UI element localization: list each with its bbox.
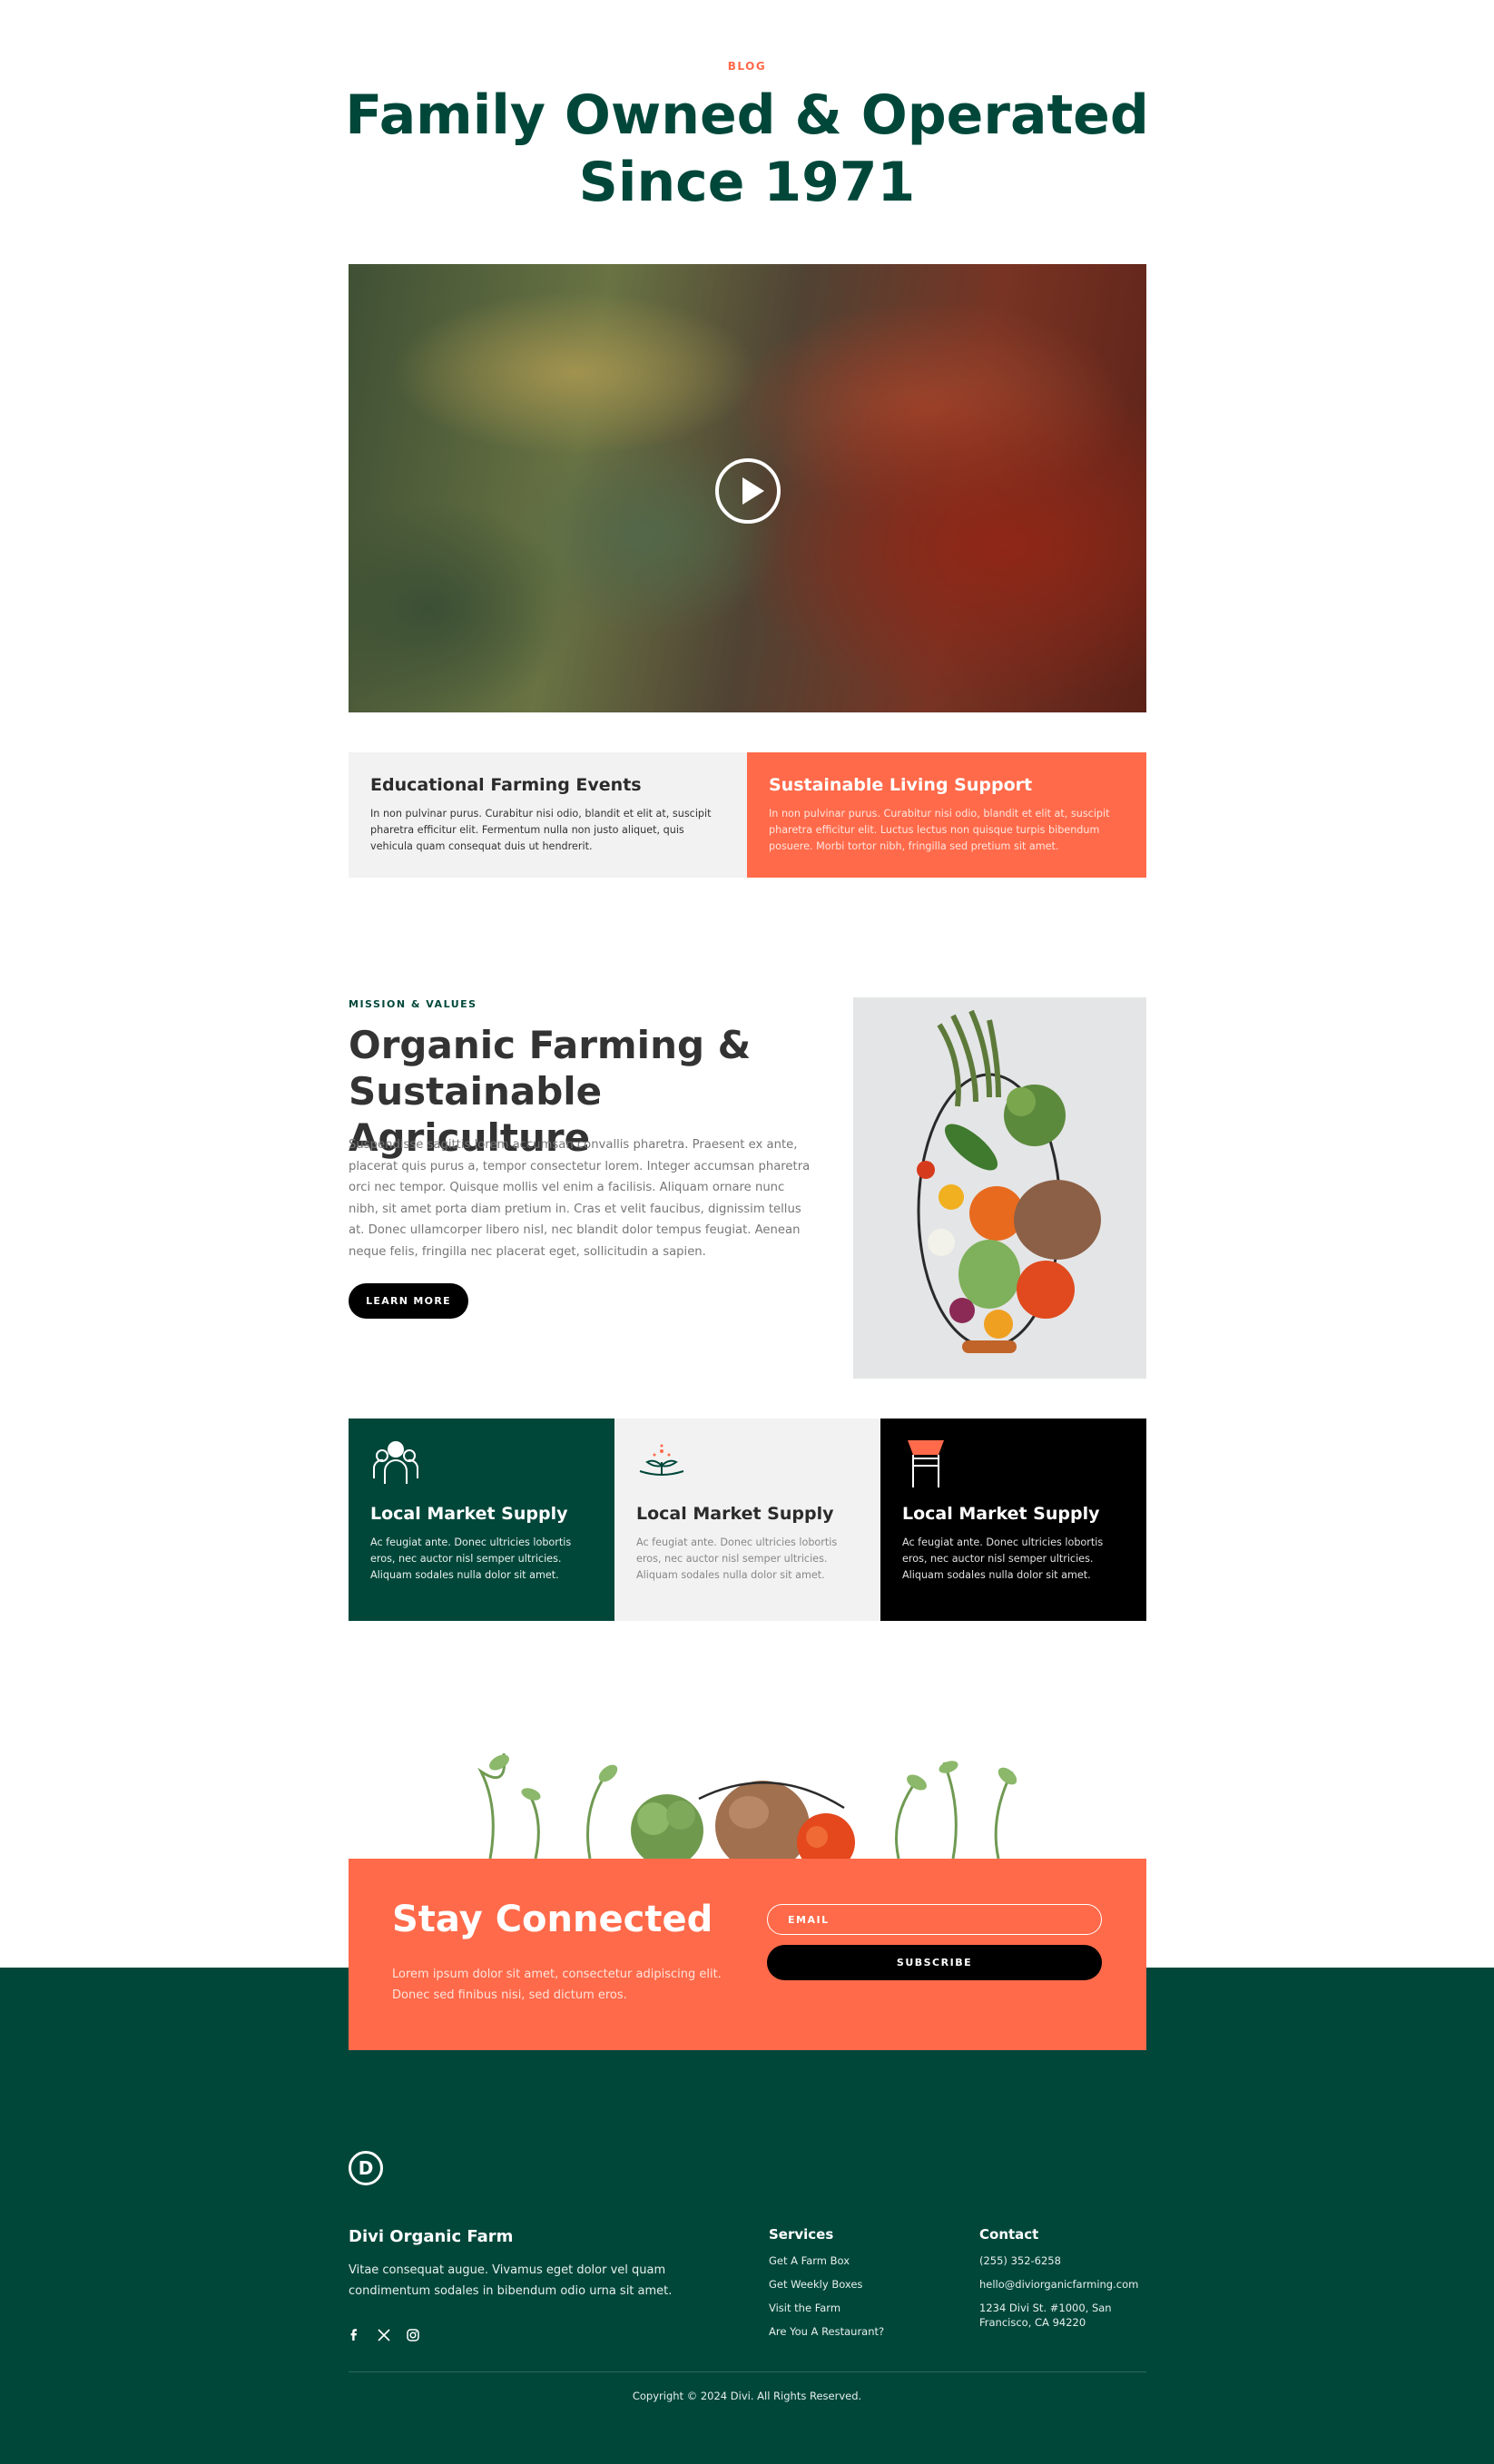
supply-card: Local Market Supply Ac feugiat ante. Don… [880,1419,1146,1621]
supply-card: Local Market Supply Ac feugiat ante. Don… [349,1419,614,1621]
subscribe-button[interactable]: SUBSCRIBE [767,1945,1102,1980]
contact-phone: (255) 352-6258 [979,2254,1061,2267]
vegetable-basket-image [853,997,1146,1379]
mission-text: Suspendisse sagittis lorem accumsan conv… [349,1138,811,1259]
services-list: Get A Farm Box Get Weekly Boxes Visit th… [769,2253,950,2348]
supply-card-text: Ac feugiat ante. Donec ultricies loborti… [636,1536,838,1581]
footer-link[interactable]: Get A Farm Box [769,2254,850,2267]
supply-card-text: Ac feugiat ante. Donec ultricies loborti… [370,1536,572,1581]
vegetables-illustration [472,1735,1017,1859]
section-eyebrow: BLOG [727,60,767,73]
supply-card-text: Ac feugiat ante. Donec ultricies loborti… [902,1536,1104,1581]
facebook-icon[interactable] [346,2326,364,2344]
footer-divider [349,2371,1146,2372]
contact-email[interactable]: hello@diviorganicfarming.com [979,2277,1152,2292]
supply-card-title: Local Market Supply [902,1504,1100,1524]
play-circle-icon[interactable] [715,458,781,524]
market-stand-icon [908,1440,944,1487]
email-field[interactable] [767,1904,1102,1935]
feature-card: Educational Farming Events In non pulvin… [349,752,747,878]
feature-card-text: In non pulvinar purus. Curabitur nisi od… [769,808,1110,852]
page-title: Family Owned & Operated Since 1971 [345,83,1149,214]
learn-more-button[interactable]: LEARN MORE [349,1283,468,1319]
list-item: Are You A Restaurant? [769,2324,950,2339]
footer-description: Vitae consequat augue. Vivamus eget dolo… [349,2263,673,2298]
list-item: Get Weekly Boxes [769,2277,950,2292]
supply-card-title: Local Market Supply [370,1504,568,1524]
contact-heading: Contact [979,2226,1039,2243]
services-heading: Services [769,2226,834,2243]
divi-logo[interactable]: D [349,2151,383,2185]
copyright-text: Copyright © 2024 Divi. All Rights Reserv… [632,2390,862,2402]
x-icon[interactable] [375,2326,393,2344]
instagram-icon[interactable] [404,2326,422,2344]
supply-card: Local Market Supply Ac feugiat ante. Don… [614,1419,880,1621]
feature-card-text: In non pulvinar purus. Curabitur nisi od… [370,808,712,852]
video-player[interactable] [349,264,1146,712]
people-icon [373,1441,418,1484]
contact-address: 1234 Divi St. #1000, San Francisco, CA 9… [979,2302,1112,2329]
feature-card-title: Educational Farming Events [370,775,642,795]
feature-card-title: Sustainable Living Support [769,775,1033,795]
mission-eyebrow: MISSION & VALUES [349,998,477,1010]
sprout-icon [639,1444,684,1476]
footer-link[interactable]: Are You A Restaurant? [769,2325,884,2338]
list-item: Get A Farm Box [769,2253,950,2268]
feature-card: Sustainable Living Support In non pulvin… [747,752,1146,878]
list-item: Visit the Farm [769,2301,950,2315]
footer-brand-name: Divi Organic Farm [349,2227,514,2246]
footer-link[interactable]: Visit the Farm [769,2302,840,2314]
newsletter-section: Stay Connected Lorem ipsum dolor sit ame… [349,1859,1146,2050]
newsletter-text: Lorem ipsum dolor sit amet, consectetur … [392,1968,722,2002]
supply-card-title: Local Market Supply [636,1504,834,1524]
newsletter-title: Stay Connected [392,1899,713,1940]
footer-link[interactable]: Get Weekly Boxes [769,2278,862,2291]
contact-list: (255) 352-6258 hello@diviorganicfarming.… [979,2253,1152,2339]
